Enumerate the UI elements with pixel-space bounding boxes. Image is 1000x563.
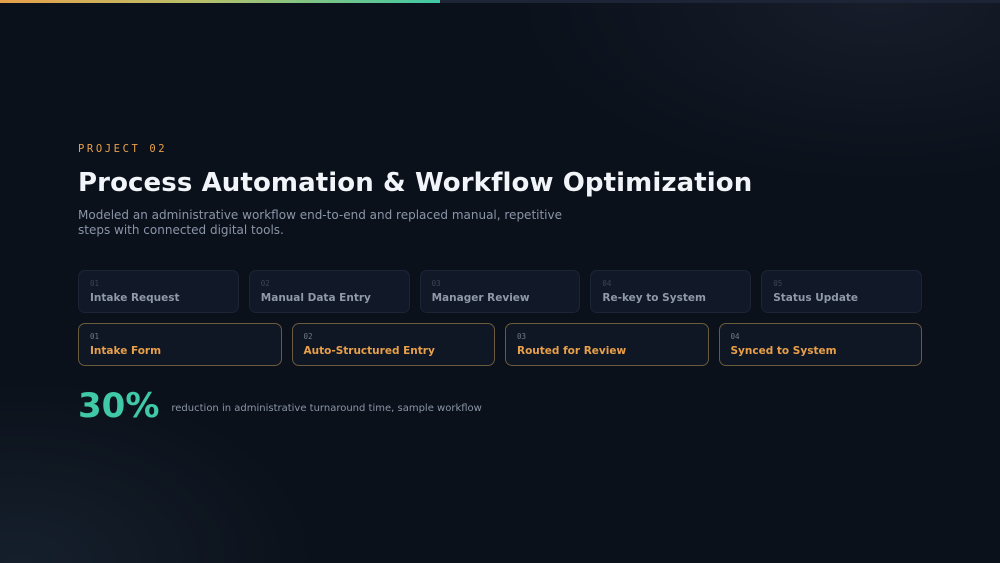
metric-value: 30% bbox=[78, 386, 160, 426]
metric-caption: reduction in administrative turnaround t… bbox=[171, 403, 482, 414]
step-number: 01 bbox=[90, 332, 100, 341]
slide-progress-track bbox=[0, 0, 1000, 3]
step-number: 04 bbox=[730, 332, 740, 341]
step-label: Synced to System bbox=[730, 345, 837, 357]
step-label: Intake Form bbox=[90, 345, 162, 357]
workflow-after-step: 04 Synced to System bbox=[718, 323, 922, 366]
step-label: Routed for Review bbox=[517, 345, 627, 357]
workflow-after-step: 02 Auto-Structured Entry bbox=[291, 323, 495, 366]
step-number: 05 bbox=[773, 279, 783, 288]
workflow-before-step: 01 Intake Request bbox=[78, 270, 239, 313]
workflow-after-step: 01 Intake Form bbox=[78, 323, 282, 366]
workflow-after-row: 01 Intake Form 02 Auto-Structured Entry … bbox=[78, 323, 922, 366]
step-number: 01 bbox=[90, 279, 100, 288]
step-label: Status Update bbox=[773, 292, 859, 304]
workflow-after-step: 03 Routed for Review bbox=[505, 323, 709, 366]
slide: PROJECT 02 Process Automation & Workflow… bbox=[0, 0, 1000, 563]
step-number: 02 bbox=[260, 279, 270, 288]
page-subtitle: Modeled an administrative workflow end-t… bbox=[78, 208, 563, 237]
workflow-before-row: 01 Intake Request 02 Manual Data Entry 0… bbox=[78, 270, 922, 313]
workflow-before-step: 04 Re-key to System bbox=[590, 270, 752, 313]
step-number: 03 bbox=[431, 279, 441, 288]
step-number: 03 bbox=[517, 332, 527, 341]
step-number: 04 bbox=[602, 279, 612, 288]
step-label: Manager Review bbox=[431, 292, 530, 304]
project-eyebrow: PROJECT 02 bbox=[78, 143, 168, 155]
step-label: Re-key to System bbox=[602, 292, 706, 304]
metric: 30% reduction in administrative turnarou… bbox=[78, 384, 922, 428]
slide-progress-fill bbox=[0, 0, 440, 3]
workflow-before-step: 05 Status Update bbox=[761, 270, 922, 313]
step-number: 02 bbox=[303, 332, 313, 341]
workflow-before-step: 02 Manual Data Entry bbox=[248, 270, 410, 313]
step-label: Intake Request bbox=[90, 292, 180, 304]
step-label: Auto-Structured Entry bbox=[303, 345, 435, 357]
page-title: Process Automation & Workflow Optimizati… bbox=[78, 168, 753, 198]
slide-content: PROJECT 02 Process Automation & Workflow… bbox=[78, 142, 922, 428]
workflow-before-step: 03 Manager Review bbox=[419, 270, 581, 313]
step-label: Manual Data Entry bbox=[260, 292, 371, 304]
